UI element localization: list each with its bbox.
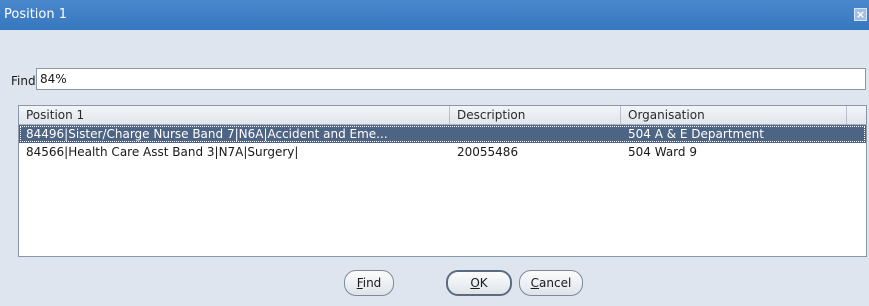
cell-position: 84496|Sister/Charge Nurse Band 7|N6A|Acc… (26, 127, 388, 141)
results-table: Position 1 Description Organisation 8449… (18, 105, 867, 257)
table-header: Position 1 Description Organisation (19, 106, 866, 125)
find-button[interactable]: Find (344, 270, 394, 296)
close-icon: × (855, 8, 866, 21)
ok-button[interactable]: OK (446, 270, 512, 296)
column-header-position[interactable]: Position 1 (19, 106, 450, 124)
table-row[interactable]: 84496|Sister/Charge Nurse Band 7|N6A|Acc… (19, 125, 866, 143)
lov-dialog: Position 1 × Find Position 1 Description… (0, 0, 869, 306)
ok-button-label: OK (470, 276, 488, 290)
cell-organisation: 504 Ward 9 (628, 145, 697, 159)
cell-description (450, 125, 621, 143)
close-button[interactable]: × (854, 8, 867, 21)
cancel-button[interactable]: Cancel (519, 270, 583, 296)
window-title: Position 1 (4, 7, 68, 22)
table-row[interactable]: 84566|Health Care Asst Band 3|N7A|Surger… (19, 143, 866, 161)
column-header-description[interactable]: Description (450, 106, 621, 124)
cell-position: 84566|Health Care Asst Band 3|N7A|Surger… (26, 145, 299, 159)
find-button-label: Find (356, 276, 382, 290)
find-input[interactable] (36, 68, 866, 90)
cell-organisation: 504 A & E Department (628, 127, 764, 141)
title-bar[interactable]: Position 1 × (0, 0, 869, 30)
column-header-organisation[interactable]: Organisation (621, 106, 847, 124)
find-label: Find (11, 74, 36, 88)
cancel-button-label: Cancel (530, 276, 572, 290)
cell-description: 20055486 (457, 145, 519, 159)
